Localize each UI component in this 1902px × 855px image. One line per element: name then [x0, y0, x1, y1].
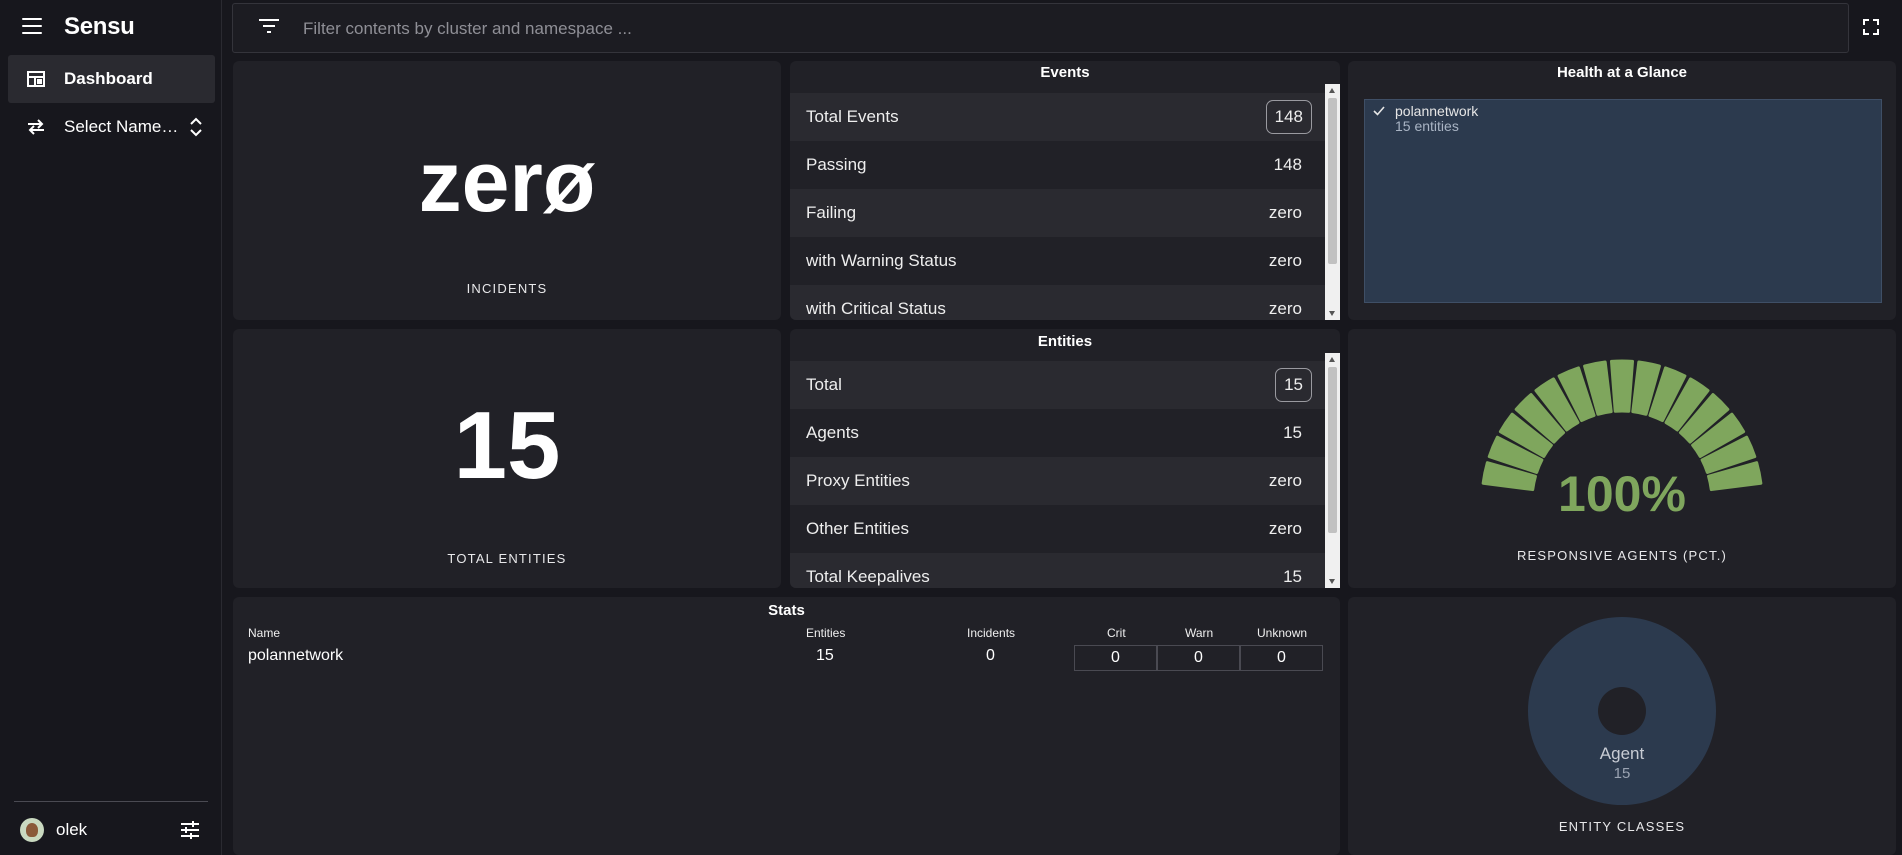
row-value: zero	[1268, 471, 1302, 490]
list-item[interactable]: Passing 148	[790, 141, 1328, 189]
count-chip: 15	[1275, 368, 1312, 402]
row-label: Agents	[806, 423, 859, 442]
sidebar: Sensu Dashboard Select Name… olek	[0, 0, 222, 855]
events-card: Events Total Events 148 Passing 148 Fail…	[790, 61, 1340, 320]
list-item[interactable]: Failing zero	[790, 189, 1328, 237]
swap-icon	[8, 119, 64, 135]
col-header-entities[interactable]: Entities	[806, 626, 845, 640]
sidebar-item-label: Dashboard	[64, 69, 153, 88]
stats-row-warn: 0	[1157, 645, 1240, 671]
scroll-thumb[interactable]	[1328, 367, 1337, 533]
events-title: Events	[1040, 64, 1090, 81]
check-icon	[1373, 104, 1385, 120]
row-label: Proxy Entities	[806, 471, 910, 490]
scroll-thumb[interactable]	[1328, 98, 1337, 264]
scroll-down-icon[interactable]	[1329, 311, 1335, 316]
row-label: Total Keepalives	[806, 567, 930, 586]
sidebar-divider	[14, 801, 208, 802]
scroll-up-icon[interactable]	[1329, 88, 1335, 93]
stats-title: Stats	[768, 602, 805, 619]
sidebar-item-dashboard[interactable]: Dashboard	[8, 55, 215, 103]
stats-row-entities: 15	[816, 647, 834, 664]
list-item[interactable]: with Critical Status zero	[790, 285, 1328, 320]
chevron-updown-icon	[189, 116, 203, 143]
list-item[interactable]: Total Events 148	[790, 93, 1328, 141]
responsive-value: 100%	[1558, 466, 1686, 522]
total-entities-value: 15	[453, 392, 561, 499]
user-menu[interactable]: olek	[0, 813, 222, 847]
list-item[interactable]: Agents 15	[790, 409, 1328, 457]
filter-icon[interactable]	[259, 19, 279, 38]
list-item[interactable]: Total Keepalives 15	[790, 553, 1328, 588]
stats-row-incidents: 0	[986, 647, 995, 664]
scroll-down-icon[interactable]	[1329, 579, 1335, 584]
row-value: 15	[1283, 423, 1302, 442]
col-header-unknown[interactable]: Unknown	[1257, 626, 1307, 640]
stats-row-name[interactable]: polannetwork	[248, 647, 343, 665]
sidebar-header: Sensu	[0, 0, 222, 54]
sidebar-item-label: Select Name…	[64, 117, 179, 136]
row-value: zero	[1268, 299, 1302, 318]
donut-label: Agent	[1599, 744, 1645, 763]
stats-row-crit: 0	[1074, 645, 1157, 671]
filter-input[interactable]	[303, 12, 1803, 46]
health-title: Health at a Glance	[1556, 64, 1688, 81]
responsive-agents-card: 100% RESPONSIVE AGENTS (PCT.)	[1348, 329, 1896, 588]
col-header-name[interactable]: Name	[248, 626, 280, 640]
entities-title: Entities	[1037, 333, 1093, 350]
list-item[interactable]: Other Entities zero	[790, 505, 1328, 553]
donut-value: 15	[1613, 765, 1631, 782]
health-item-sub: 15 entities	[1395, 118, 1459, 134]
row-label: Total	[806, 375, 842, 394]
namespace-selector[interactable]: Select Name…	[8, 103, 215, 151]
entities-card: Entities Total 15 Agents 15 Proxy Entiti…	[790, 329, 1340, 588]
col-header-crit[interactable]: Crit	[1107, 626, 1126, 640]
row-label: with Warning Status	[806, 251, 957, 270]
total-entities-card: 15 TOTAL ENTITIES	[233, 329, 781, 588]
list-item[interactable]: with Warning Status zero	[790, 237, 1328, 285]
dashboard-icon	[8, 71, 64, 87]
events-list: Total Events 148 Passing 148 Failing zer…	[790, 93, 1328, 320]
gauge-segment	[1610, 359, 1634, 413]
col-header-warn[interactable]: Warn	[1185, 626, 1213, 640]
row-value: 15	[1283, 567, 1302, 586]
row-label: Total Events	[806, 107, 899, 126]
incidents-caption: INCIDENTS	[466, 281, 548, 296]
health-item-name: polannetwork	[1395, 103, 1479, 119]
row-label: Other Entities	[806, 519, 909, 538]
row-value: zero	[1268, 251, 1302, 270]
row-label: Passing	[806, 155, 867, 174]
col-header-incidents[interactable]: Incidents	[967, 626, 1015, 640]
entity-classes-caption: ENTITY CLASSES	[1558, 819, 1686, 834]
row-label: with Critical Status	[806, 299, 946, 318]
fullscreen-icon[interactable]	[1863, 19, 1879, 40]
user-name: olek	[56, 820, 88, 839]
preferences-icon[interactable]	[180, 820, 200, 845]
row-value: zero	[1268, 203, 1302, 222]
row-value: 148	[1273, 155, 1302, 174]
entities-scrollbar[interactable]	[1325, 353, 1340, 588]
entities-list: Total 15 Agents 15 Proxy Entities zero O…	[790, 361, 1328, 588]
app-logo: Sensu	[64, 13, 135, 40]
health-treemap[interactable]: polannetwork 15 entities	[1364, 99, 1882, 303]
incidents-card: zerø INCIDENTS	[233, 61, 781, 320]
scroll-up-icon[interactable]	[1329, 357, 1335, 362]
stats-card: Stats	[233, 597, 1340, 855]
list-item[interactable]: Proxy Entities zero	[790, 457, 1328, 505]
stats-row-unknown: 0	[1240, 645, 1323, 671]
incidents-value: zerø	[418, 134, 596, 230]
row-label: Failing	[806, 203, 857, 222]
events-scrollbar[interactable]	[1325, 84, 1340, 320]
total-entities-caption: TOTAL ENTITIES	[447, 551, 567, 566]
responsive-caption: RESPONSIVE AGENTS (PCT.)	[1516, 548, 1728, 563]
avatar[interactable]	[20, 818, 44, 842]
list-item[interactable]: Total 15	[790, 361, 1328, 409]
count-chip: 148	[1265, 100, 1312, 134]
menu-icon[interactable]	[22, 18, 42, 36]
donut-hole	[1598, 687, 1646, 735]
row-value: zero	[1268, 519, 1302, 538]
filter-bar	[232, 3, 1849, 53]
